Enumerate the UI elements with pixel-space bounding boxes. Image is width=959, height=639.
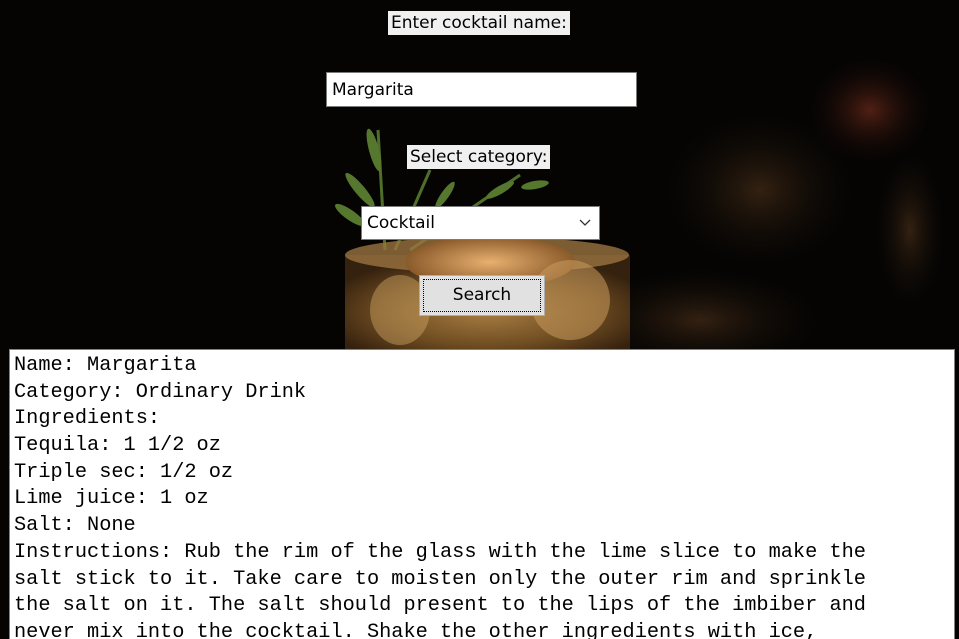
category-selected-value: Cocktail [367, 213, 435, 233]
category-select[interactable]: Cocktail [361, 206, 600, 240]
result-line: salt stick to it. Take care to moisten o… [14, 567, 866, 591]
result-line: Category: Ordinary Drink [14, 380, 307, 404]
result-line: Ingredients: [14, 407, 161, 431]
search-button-label: Search [452, 285, 512, 305]
result-line: Instructions: Rub the rim of the glass w… [14, 540, 866, 564]
result-text-area[interactable]: Name: Margarita Category: Ordinary Drink… [9, 349, 955, 639]
result-line: Salt: None [14, 514, 136, 538]
cocktail-name-label: Enter cocktail name: [388, 11, 570, 35]
result-line: Tequila: 1 1/2 oz [14, 434, 221, 458]
result-line: Lime juice: 1 oz [14, 487, 209, 511]
chevron-down-icon[interactable] [576, 207, 594, 239]
cocktail-name-input[interactable] [326, 72, 637, 107]
result-line: never mix into the cocktail. Shake the o… [14, 620, 818, 639]
result-line: Triple sec: 1/2 oz [14, 460, 234, 484]
result-line: the salt on it. The salt should present … [14, 594, 866, 618]
result-line: Name: Margarita [14, 354, 197, 377]
app-window: Enter cocktail name: Select category: Co… [0, 0, 959, 639]
search-button[interactable]: Search [419, 275, 545, 316]
category-label: Select category: [407, 145, 551, 169]
